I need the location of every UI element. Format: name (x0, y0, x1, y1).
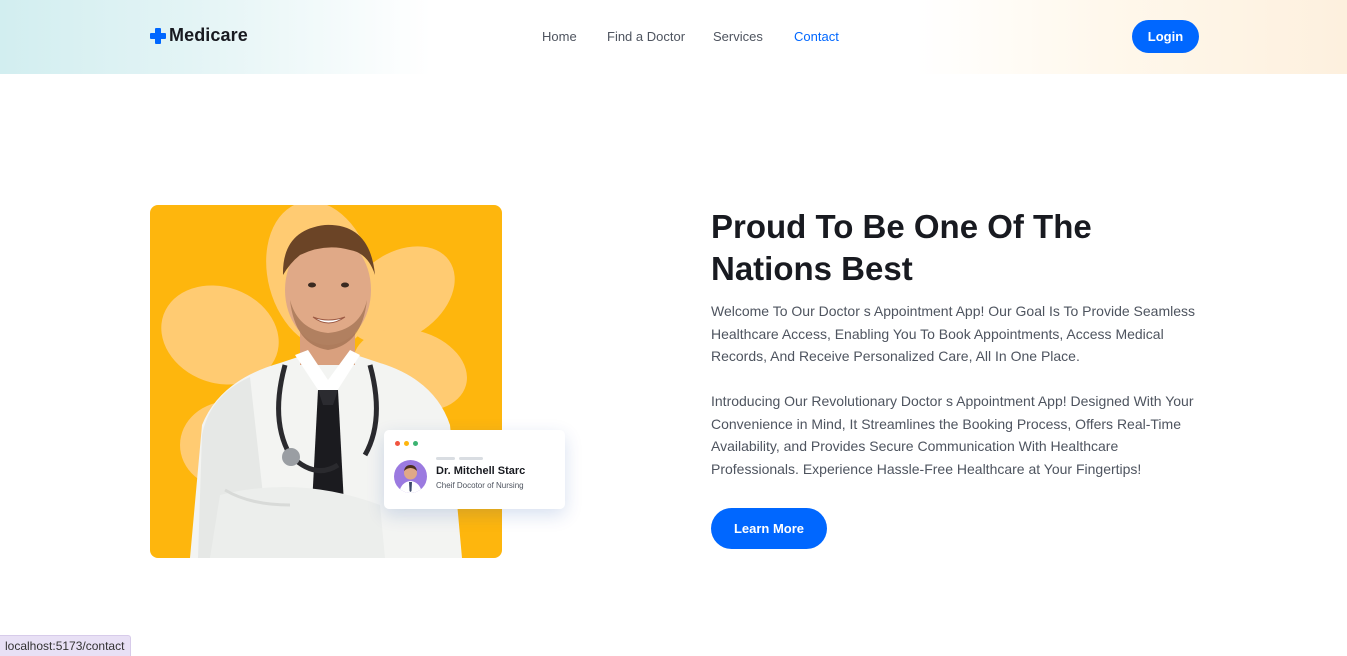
login-button[interactable]: Login (1132, 20, 1199, 53)
window-dot-red-icon (395, 441, 400, 446)
nav-services[interactable]: Services (713, 29, 763, 44)
doctor-name: Dr. Mitchell Starc (436, 465, 526, 477)
learn-more-button[interactable]: Learn More (711, 508, 827, 549)
nav-find-a-doctor[interactable]: Find a Doctor (607, 29, 685, 44)
nav-home[interactable]: Home (542, 29, 577, 44)
nav-contact[interactable]: Contact (794, 29, 839, 44)
doctor-avatar (394, 460, 427, 493)
site-header: Medicare Home Find a Doctor Services Con… (0, 0, 1347, 74)
hero-paragraph-1: Welcome To Our Doctor s Appointment App!… (711, 303, 1196, 364)
hero-heading: Proud To Be One Of The Nations Best (711, 208, 1092, 287)
doctor-title: Cheif Docotor of Nursing (436, 481, 524, 490)
doctor-card: Dr. Mitchell Starc Cheif Docotor of Nurs… (384, 430, 565, 509)
browser-status-url: localhost:5173/contact (0, 635, 132, 656)
placeholder-bar (436, 457, 455, 460)
hero-paragraph-2: Introducing Our Revolutionary Doctor s A… (711, 393, 1194, 477)
placeholder-bar (459, 457, 483, 460)
window-dot-yellow-icon (404, 441, 409, 446)
window-dot-green-icon (413, 441, 418, 446)
